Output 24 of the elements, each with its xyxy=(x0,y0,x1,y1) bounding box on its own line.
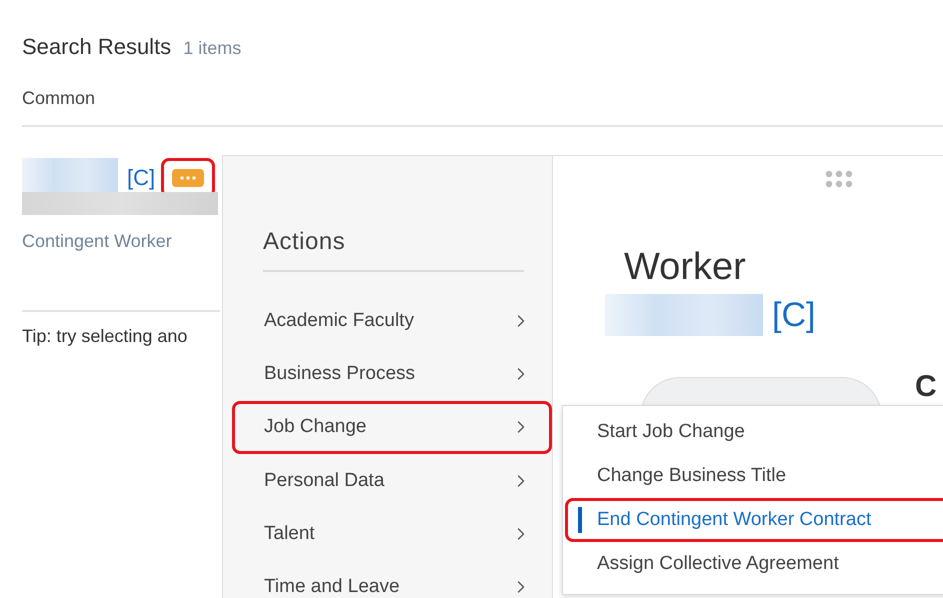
selection-indicator xyxy=(578,507,582,533)
worker-link[interactable]: [C] xyxy=(127,165,156,191)
ellipsis-icon xyxy=(180,176,196,180)
menu-item[interactable]: Talent xyxy=(232,507,552,561)
menu-item[interactable]: Business Process xyxy=(232,347,552,401)
tip-text: Tip: try selecting ano xyxy=(22,326,188,347)
result-count: 1 items xyxy=(183,38,242,59)
submenu-item[interactable]: Assign Collective Agreement xyxy=(565,542,943,586)
category-heading: Common xyxy=(22,88,96,109)
submenu-item[interactable]: Start Job Change xyxy=(565,410,943,454)
card-title: Worker xyxy=(624,246,746,289)
submenu-item[interactable]: End Contingent Worker Contract xyxy=(565,498,943,542)
menu-item[interactable]: Personal Data xyxy=(232,454,552,508)
worker-link[interactable]: [C] xyxy=(772,296,816,334)
menu-title: Actions xyxy=(263,228,346,256)
menu-item[interactable]: Time and Leave xyxy=(232,560,552,598)
drag-handle-icon[interactable] xyxy=(825,170,853,188)
related-actions-button[interactable] xyxy=(172,169,204,187)
section-heading: C xyxy=(915,370,937,404)
menu-item[interactable]: Job Change xyxy=(232,400,552,454)
page-title: Search Results xyxy=(22,34,172,60)
menu-item[interactable]: Academic Faculty xyxy=(232,294,552,348)
submenu-item[interactable]: Change Business Title xyxy=(565,454,943,498)
worker-type: Contingent Worker xyxy=(22,231,172,252)
